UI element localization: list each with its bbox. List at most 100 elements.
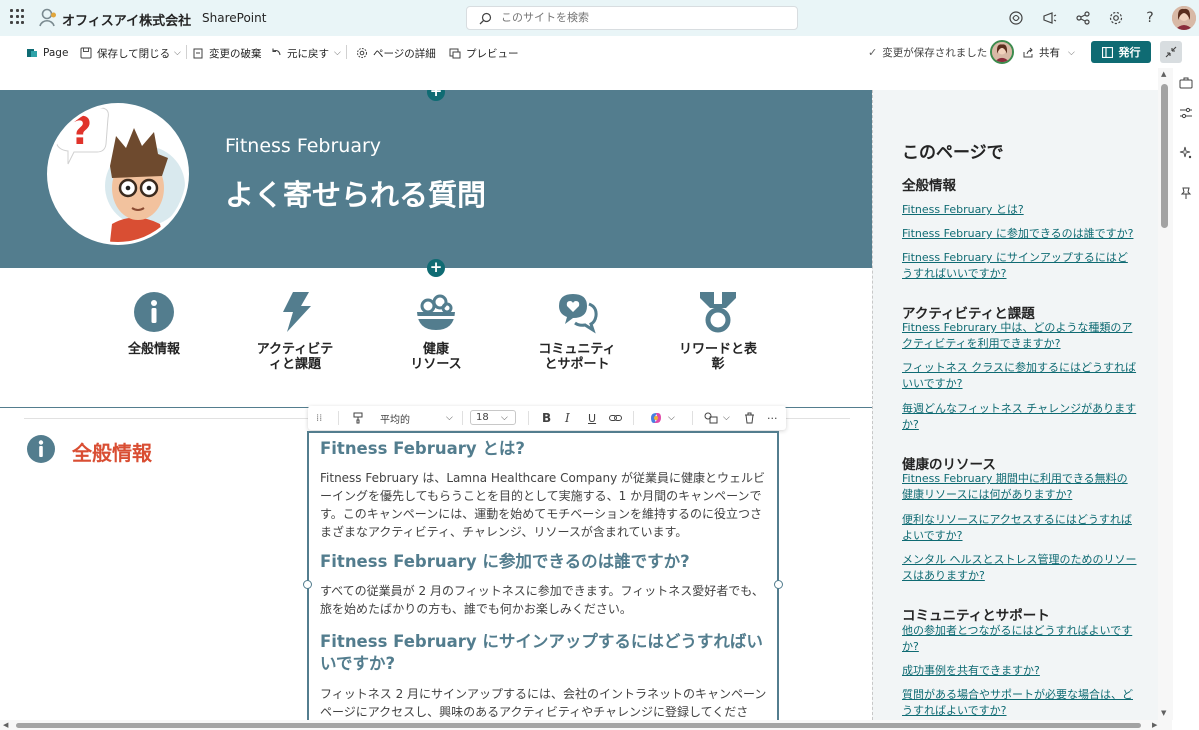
app-name[interactable]: SharePoint: [202, 11, 266, 25]
faq-answer[interactable]: Fitness February は、Lamna Healthcare Comp…: [320, 469, 768, 541]
scroll-left-arrow-icon[interactable]: ◀: [3, 721, 8, 729]
scrollbar-thumb[interactable]: [16, 723, 1141, 728]
gear-icon: [357, 48, 367, 58]
horizontal-scrollbar[interactable]: ◀ ▶: [0, 720, 1172, 730]
toc-link[interactable]: 便利なリソースにアクセスするにはどうすればよいですか?: [902, 512, 1138, 544]
link-icon[interactable]: [609, 411, 622, 425]
org-logo[interactable]: [39, 8, 59, 28]
publish-icon: [1101, 46, 1113, 58]
copilot-rewrite-icon[interactable]: ⌵: [649, 411, 675, 425]
toc-heading[interactable]: アクティビティと課題: [902, 302, 1035, 322]
chevron-down-icon: ⌵: [668, 413, 675, 423]
toc-panel: このページで 全般情報 Fitness February とは? Fitness…: [872, 90, 1158, 730]
lightning-icon: [283, 292, 311, 332]
quicklink-activities[interactable]: アクティビテ ィと課題: [230, 290, 360, 372]
search-icon: [479, 12, 492, 25]
toc-link[interactable]: Fitness Februrary 中は、どのような種類のアクティビティを利用で…: [902, 320, 1138, 352]
toolbox-icon[interactable]: [1179, 76, 1193, 90]
add-section-button[interactable]: +: [427, 259, 445, 277]
italic-icon[interactable]: I: [565, 411, 570, 425]
search-box[interactable]: [466, 6, 798, 30]
scroll-down-arrow-icon[interactable]: ▼: [1161, 709, 1166, 717]
page-button[interactable]: Page: [26, 45, 68, 61]
quicklink-general-info[interactable]: 全般情報: [89, 290, 219, 357]
bold-icon[interactable]: B: [542, 411, 551, 425]
undo-button[interactable]: 元に戻す: [270, 45, 329, 61]
scroll-right-arrow-icon[interactable]: ▶: [1152, 721, 1157, 729]
resize-handle[interactable]: [303, 580, 312, 589]
scrollbar-thumb[interactable]: [1161, 84, 1168, 228]
sparkle-design-icon[interactable]: [1179, 146, 1193, 160]
toc-link[interactable]: 毎週どんなフィットネス チャレンジがありますか?: [902, 401, 1138, 433]
divider: [528, 411, 529, 425]
toc-link[interactable]: 質問がある場合やサポートが必要な場合は、どうすればよいですか?: [902, 687, 1138, 719]
drag-handle-icon[interactable]: ⁞⁞: [316, 411, 322, 425]
quicklink-rewards[interactable]: リワードと表 彰: [653, 290, 783, 372]
preview-button[interactable]: プレビュー: [449, 45, 519, 61]
org-name[interactable]: オフィスアイ株式会社: [62, 10, 191, 29]
resize-handle[interactable]: [774, 580, 783, 589]
coauthor-avatar[interactable]: [990, 40, 1014, 64]
quicklink-health-resources[interactable]: 健康 リソース: [371, 290, 501, 372]
toc-link[interactable]: Fitness February にサインアップするにはどうすればいいですか?: [902, 250, 1138, 282]
check-icon: ✓: [868, 46, 878, 59]
discard-icon: [193, 48, 203, 59]
command-bar: Page 保存して閉じる ⌵ 変更の破棄 元に戻す ⌵ ページの詳細 プレビュー: [0, 36, 1199, 68]
megaphone-icon[interactable]: [1042, 10, 1058, 26]
save-status: ✓ 変更が保存されました: [868, 45, 987, 60]
underline-icon[interactable]: U: [588, 411, 596, 425]
text-effects-icon[interactable]: ⌵: [704, 411, 730, 425]
faq-question[interactable]: Fitness February に参加できるのは誰ですか?: [320, 551, 768, 573]
toc-heading[interactable]: 全般情報: [902, 174, 956, 194]
save-status-text: 変更が保存されました: [882, 47, 988, 59]
quicklink-label: リワードと表 彰: [678, 342, 757, 372]
undo-dropdown-chevron-icon[interactable]: ⌵: [334, 45, 341, 61]
faq-question[interactable]: Fitness February にサインアップするにはどうすればいいですか?: [320, 631, 768, 675]
pin-icon[interactable]: [1179, 186, 1193, 200]
share-button[interactable]: 共有 ⌵: [1022, 45, 1075, 60]
publish-label: 発行: [1118, 46, 1141, 59]
text-webpart[interactable]: Fitness February とは? Fitness February は、…: [307, 431, 779, 730]
sliders-icon[interactable]: [1179, 106, 1193, 120]
app-launcher-icon[interactable]: [10, 9, 26, 25]
publish-button[interactable]: 発行: [1091, 41, 1151, 63]
more-options-icon[interactable]: ···: [767, 411, 778, 425]
toc-link[interactable]: Fitness February とは?: [902, 202, 1138, 218]
faq-question[interactable]: Fitness February とは?: [320, 438, 768, 460]
toc-link[interactable]: メンタル ヘルスとストレス管理のためのリソースはありますか?: [902, 552, 1138, 584]
delete-trash-icon[interactable]: [744, 411, 755, 425]
copilot-icon[interactable]: [1008, 10, 1024, 26]
toc-link[interactable]: 成功事例を共有できますか?: [902, 663, 1138, 679]
faq-answer[interactable]: すべての従業員が 2 月のフィットネスに参加できます。フィットネス愛好者でも、旅…: [320, 582, 768, 618]
toc-link[interactable]: Fitness February に参加できるのは誰ですか?: [902, 226, 1138, 242]
user-avatar[interactable]: [1172, 6, 1196, 30]
hero-title: よく寄せられる質問: [225, 178, 487, 212]
quicklink-community[interactable]: コミュニティ とサポート: [512, 290, 642, 372]
toc-link[interactable]: Fitness February 期間中に利用できる無料の健康リソースには何があ…: [902, 471, 1138, 503]
discard-changes-button[interactable]: 変更の破棄: [192, 45, 262, 61]
svg-text:?: ?: [70, 109, 92, 153]
toc-link[interactable]: フィットネス クラスに参加するにはどうすればいいですか?: [902, 360, 1138, 392]
save-dropdown-chevron-icon[interactable]: ⌵: [174, 45, 181, 61]
vertical-scrollbar[interactable]: ▲ ▼: [1158, 68, 1173, 720]
page-details-button[interactable]: ページの詳細: [356, 45, 436, 61]
collapse-icon[interactable]: [1160, 41, 1182, 63]
toc-link[interactable]: 他の参加者とつながるにはどうすればよいですか?: [902, 623, 1138, 655]
scroll-up-arrow-icon[interactable]: ▲: [1161, 70, 1166, 78]
hero-banner[interactable]: ? Fitness February よく寄せられる質問: [0, 90, 872, 268]
help-icon[interactable]: ?: [1142, 10, 1158, 26]
format-toolbar: ⁞⁞ 平均的 ⌵ 18 ⌵ B I U ⌵ ⌵ ···: [308, 406, 786, 430]
toc-heading[interactable]: コミュニティとサポート: [902, 604, 1050, 624]
share-network-icon[interactable]: [1075, 10, 1091, 26]
divider: [633, 411, 634, 425]
quicklink-label: 健康 リソース: [410, 342, 462, 372]
toc-heading[interactable]: 健康のリソース: [902, 453, 996, 473]
toc-title: このページで: [902, 143, 1004, 163]
style-dropdown[interactable]: 平均的 ⌵: [380, 411, 460, 426]
search-input[interactable]: [501, 11, 781, 24]
font-size-dropdown[interactable]: 18 ⌵: [470, 410, 516, 425]
format-painter-icon[interactable]: [352, 411, 364, 425]
settings-gear-icon[interactable]: [1108, 10, 1124, 26]
divider: [346, 45, 347, 59]
save-close-button[interactable]: 保存して閉じる: [80, 45, 170, 61]
